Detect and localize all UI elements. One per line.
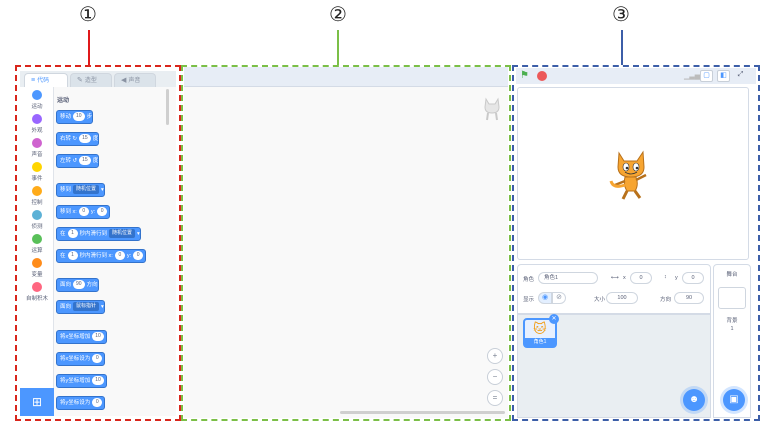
region-script-area	[181, 65, 511, 421]
region-block-palette	[15, 65, 181, 421]
region-3-pointer	[621, 30, 623, 65]
region-2-pointer	[337, 30, 339, 65]
region-1-pointer	[88, 30, 90, 65]
region-3-number: ③	[612, 2, 630, 26]
region-1-number: ①	[79, 2, 97, 26]
region-stage-panel	[512, 65, 760, 421]
region-2-number: ②	[329, 2, 347, 26]
